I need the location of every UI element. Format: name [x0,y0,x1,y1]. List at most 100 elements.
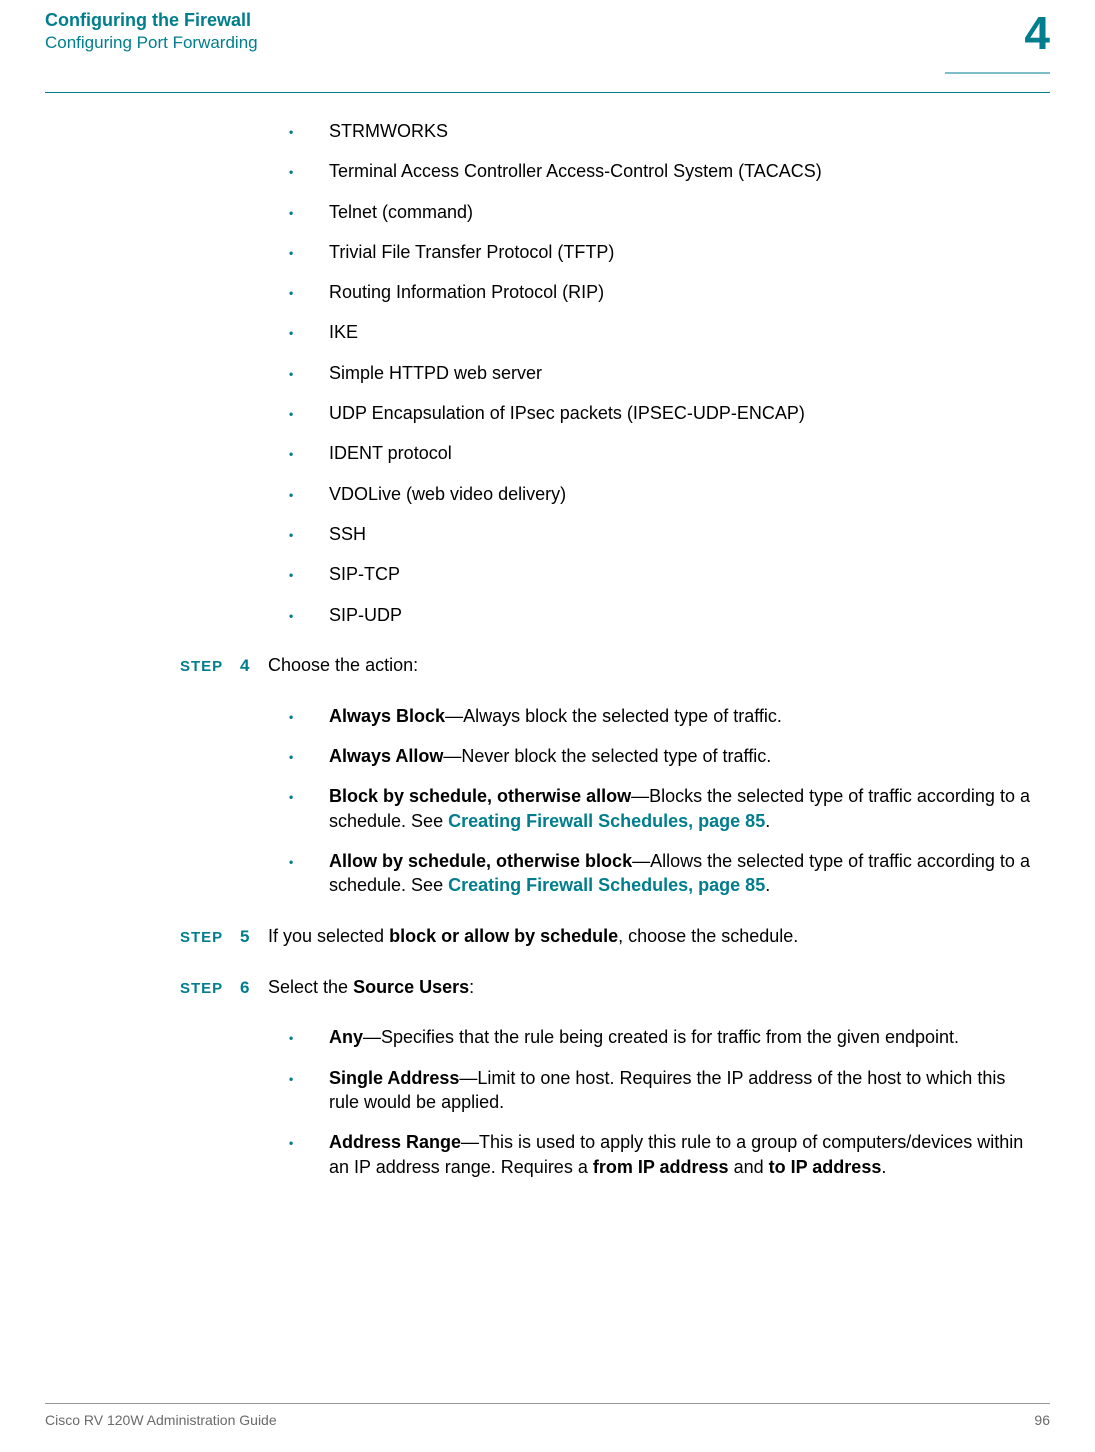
option-bold3: to IP address [769,1157,882,1177]
list-item-text: Block by schedule, otherwise allow—Block… [329,784,1040,833]
bullet-icon: • [283,567,329,583]
step-label: STEP [180,928,240,948]
step-text-bold: Source Users [353,977,469,997]
option-name: Any [329,1027,363,1047]
list-item-text: SIP-TCP [329,562,1040,586]
list-item: •Simple HTTPD web server [283,361,1040,385]
list-item: •UDP Encapsulation of IPsec packets (IPS… [283,401,1040,425]
step-text-bold: block or allow by schedule [389,926,618,946]
bullet-icon: • [283,608,329,624]
list-item: • Block by schedule, otherwise allow—Blo… [283,784,1040,833]
list-item-text: Terminal Access Controller Access-Contro… [329,159,1040,183]
bullet-icon: • [283,1135,329,1151]
list-item: •Telnet (command) [283,200,1040,224]
list-item-text: IKE [329,320,1040,344]
option-desc: —Never block the selected type of traffi… [443,746,771,766]
bullet-icon: • [283,789,329,805]
step-text: Choose the action: [268,653,1040,677]
bullet-icon: • [283,285,329,301]
step-label: STEP [180,657,240,677]
list-item: •IKE [283,320,1040,344]
bullet-icon: • [283,164,329,180]
option-name: Allow by schedule, otherwise block [329,851,632,871]
list-item: •Terminal Access Controller Access-Contr… [283,159,1040,183]
bullet-icon: • [283,1071,329,1087]
chapter-number: 4 [996,10,1050,62]
list-item: •STRMWORKS [283,119,1040,143]
option-name: Block by schedule, otherwise allow [329,786,631,806]
list-item-text: Simple HTTPD web server [329,361,1040,385]
step-4-options: • Always Block—Always block the selected… [283,704,1040,898]
step-text-post: : [469,977,474,997]
list-item: • Address Range—This is used to apply th… [283,1130,1040,1179]
body-content: •STRMWORKS •Terminal Access Controller A… [283,119,1040,1179]
service-list: •STRMWORKS •Terminal Access Controller A… [283,119,1040,627]
step-text: Select the Source Users: [268,975,1040,999]
list-item-text: Any—Specifies that the rule being create… [329,1025,1040,1049]
step-6: STEP 6 Select the Source Users: [180,975,1040,1000]
bullet-icon: • [283,366,329,382]
footer-book-title: Cisco RV 120W Administration Guide [45,1412,277,1428]
list-item: •SIP-TCP [283,562,1040,586]
list-item: •SIP-UDP [283,603,1040,627]
list-item-text: Always Allow—Never block the selected ty… [329,744,1040,768]
option-desc: —Specifies that the rule being created i… [363,1027,959,1047]
chapter-title: Configuring the Firewall [45,10,258,31]
bullet-icon: • [283,854,329,870]
list-item-text: IDENT protocol [329,441,1040,465]
step-6-options: • Any—Specifies that the rule being crea… [283,1025,1040,1178]
list-item: •Routing Information Protocol (RIP) [283,280,1040,304]
step-text-post: , choose the schedule. [618,926,798,946]
list-item-text: Allow by schedule, otherwise block—Allow… [329,849,1040,898]
list-item-text: Trivial File Transfer Protocol (TFTP) [329,240,1040,264]
bullet-icon: • [283,1030,329,1046]
option-name: Always Block [329,706,445,726]
bullet-icon: • [283,709,329,725]
step-number: 5 [240,926,268,949]
option-name: Always Allow [329,746,443,766]
step-number: 4 [240,655,268,678]
step-number: 6 [240,977,268,1000]
list-item-text: Always Block—Always block the selected t… [329,704,1040,728]
bullet-icon: • [283,527,329,543]
cross-ref-link[interactable]: Creating Firewall Schedules, page 85 [448,811,765,831]
step-text-pre: Select the [268,977,353,997]
step-5: STEP 5 If you selected block or allow by… [180,924,1040,949]
list-item: •Trivial File Transfer Protocol (TFTP) [283,240,1040,264]
list-item: •VDOLive (web video delivery) [283,482,1040,506]
list-item-text: SIP-UDP [329,603,1040,627]
bullet-icon: • [283,487,329,503]
list-item: • Always Block—Always block the selected… [283,704,1040,728]
option-desc: —Always block the selected type of traff… [445,706,782,726]
list-item: • Any—Specifies that the rule being crea… [283,1025,1040,1049]
list-item-text: SSH [329,522,1040,546]
bullet-icon: • [283,124,329,140]
list-item: • Always Allow—Never block the selected … [283,744,1040,768]
option-desc-tail: . [765,875,770,895]
page-header: Configuring the Firewall Configuring Por… [45,10,1050,62]
step-text-pre: If you selected [268,926,389,946]
option-desc-tail: . [765,811,770,831]
chapter-tab-line [945,72,1050,74]
list-item-text: Single Address—Limit to one host. Requir… [329,1066,1040,1115]
footer-page-number: 96 [1034,1412,1050,1428]
page-footer: Cisco RV 120W Administration Guide 96 [45,1403,1050,1428]
bullet-icon: • [283,205,329,221]
list-item: •SSH [283,522,1040,546]
step-4: STEP 4 Choose the action: [180,653,1040,678]
step-text: If you selected block or allow by schedu… [268,924,1040,948]
bullet-icon: • [283,446,329,462]
header-rule [45,92,1050,93]
bullet-icon: • [283,245,329,261]
list-item-text: Telnet (command) [329,200,1040,224]
option-mid: and [729,1157,769,1177]
bullet-icon: • [283,406,329,422]
list-item-text: Address Range—This is used to apply this… [329,1130,1040,1179]
step-label: STEP [180,979,240,999]
option-name: Address Range [329,1132,461,1152]
section-title: Configuring Port Forwarding [45,33,258,53]
list-item: • Single Address—Limit to one host. Requ… [283,1066,1040,1115]
cross-ref-link[interactable]: Creating Firewall Schedules, page 85 [448,875,765,895]
list-item-text: STRMWORKS [329,119,1040,143]
footer-rule [45,1403,1050,1404]
